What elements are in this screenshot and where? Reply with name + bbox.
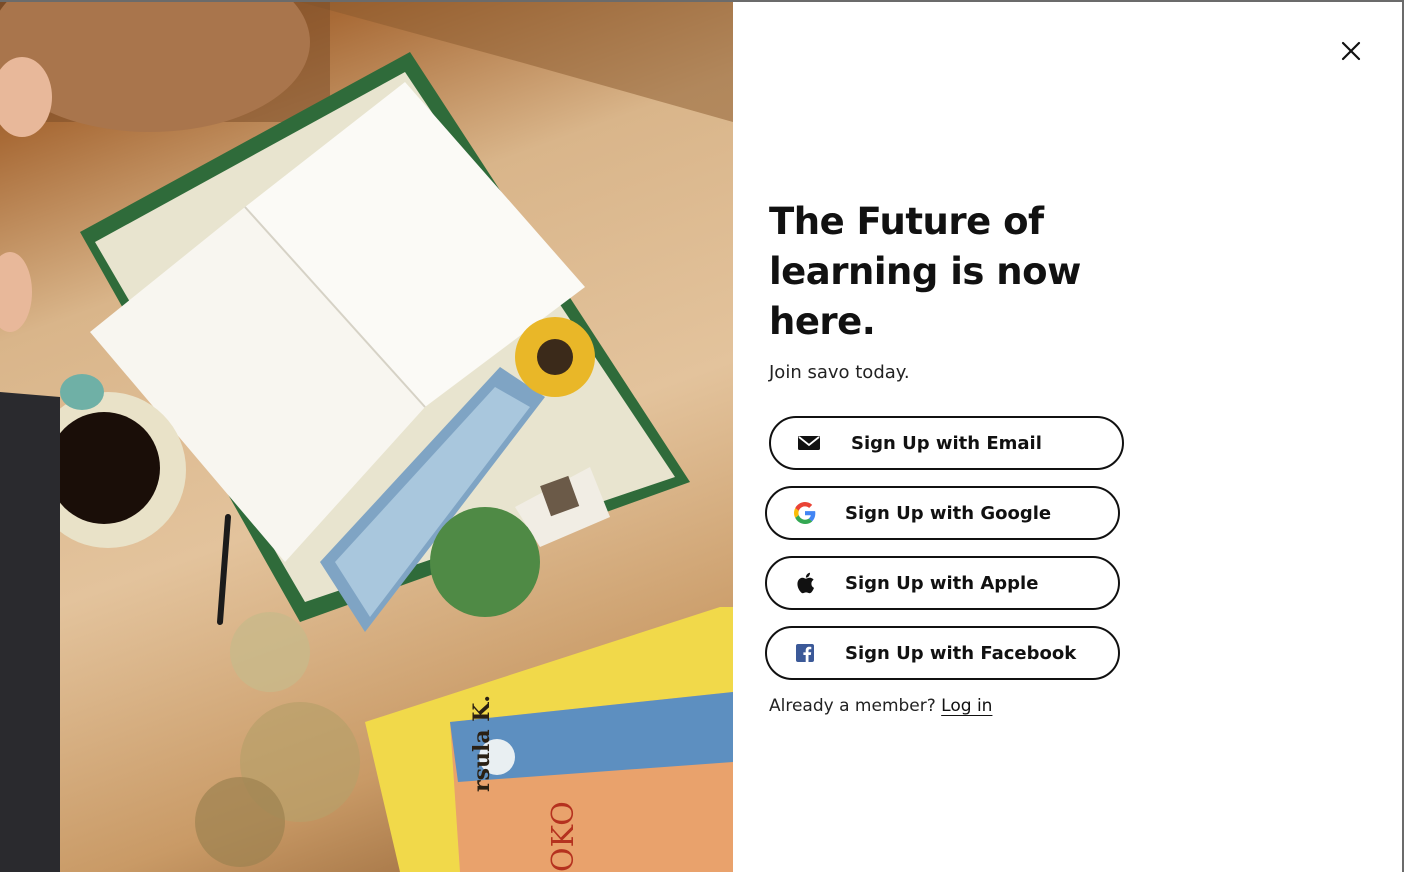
signup-apple-button[interactable]: Sign Up with Apple xyxy=(765,556,1120,610)
book-author-line1: rsula K. xyxy=(469,694,495,792)
hero-photo: rsula K. OKO xyxy=(0,2,733,872)
google-icon xyxy=(793,501,817,525)
desk-illustration xyxy=(0,2,733,872)
signup-apple-label: Sign Up with Apple xyxy=(845,572,1039,594)
login-prompt: Already a member? Log in xyxy=(769,696,992,716)
page-title: The Future of learning is now here. xyxy=(769,200,1081,343)
apple-icon xyxy=(793,571,817,595)
signup-google-label: Sign Up with Google xyxy=(845,502,1052,524)
signup-facebook-label: Sign Up with Facebook xyxy=(845,642,1077,664)
envelope-icon xyxy=(797,431,821,455)
signup-facebook-button[interactable]: Sign Up with Facebook xyxy=(765,626,1120,680)
facebook-icon xyxy=(793,641,817,665)
signup-google-button[interactable]: Sign Up with Google xyxy=(765,486,1120,540)
book-author-text: rsula K. xyxy=(469,694,495,792)
signup-email-label: Sign Up with Email xyxy=(851,432,1042,454)
book-title-text: OKO xyxy=(546,801,581,872)
signup-modal: rsula K. OKO The Future of learning is n… xyxy=(0,0,1404,872)
page-subtitle: Join savo today. xyxy=(769,362,910,383)
close-button[interactable] xyxy=(1336,36,1366,66)
member-text: Already a member? xyxy=(769,696,936,716)
close-icon xyxy=(1341,41,1361,61)
book-title-line1: OKO xyxy=(546,801,581,872)
login-link[interactable]: Log in xyxy=(941,696,992,716)
signup-email-button[interactable]: Sign Up with Email xyxy=(769,416,1124,470)
